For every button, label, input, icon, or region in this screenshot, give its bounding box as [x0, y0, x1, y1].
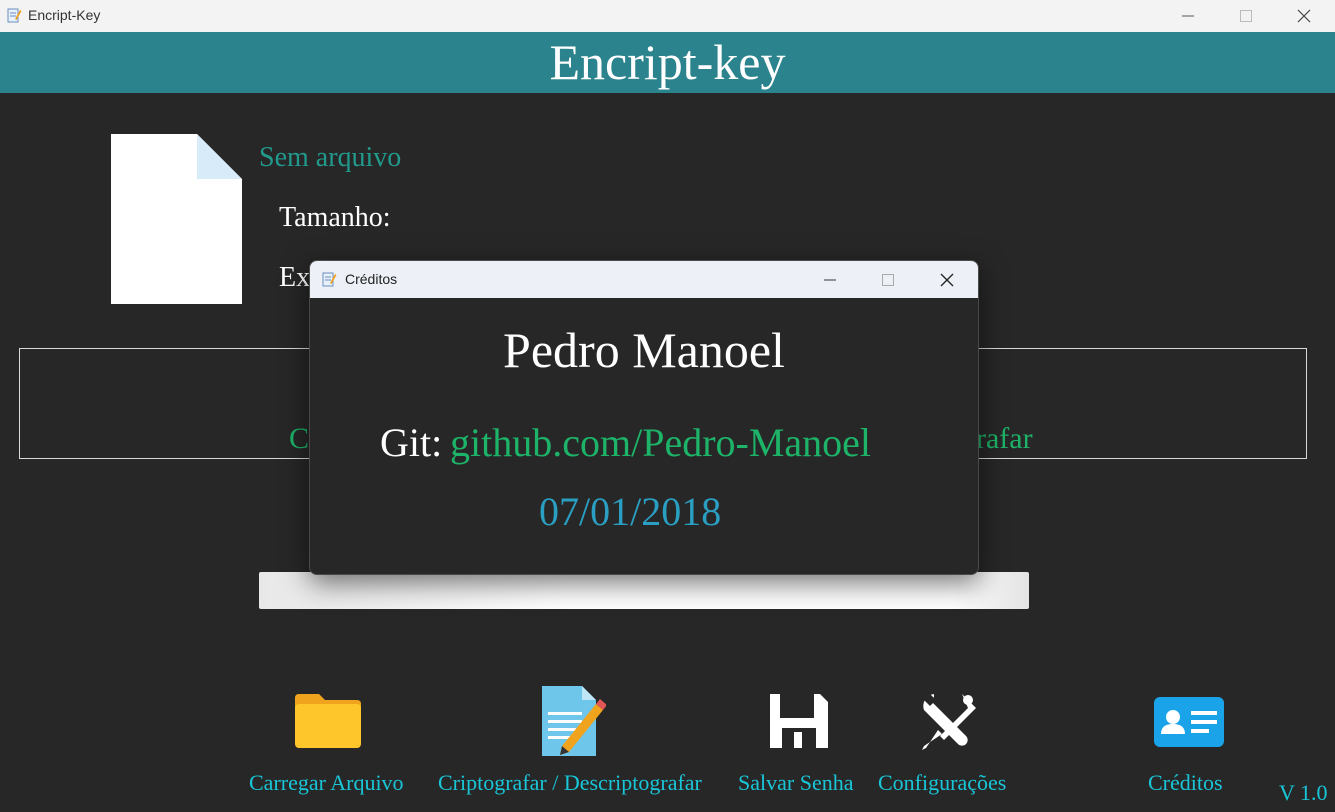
credits-label[interactable]: Créditos [1148, 770, 1223, 796]
credits-date: 07/01/2018 [539, 489, 722, 534]
app-banner: Encript-key [0, 32, 1335, 93]
settings-label[interactable]: Configurações [878, 770, 1006, 796]
credits-dialog-title: Créditos [345, 271, 398, 287]
save-password-label[interactable]: Salvar Senha [738, 770, 853, 796]
file-document-icon [111, 134, 242, 304]
version-label: V 1.0 [1279, 780, 1328, 805]
git-link[interactable]: github.com/Pedro-Manoel [450, 419, 871, 466]
encrypt-label[interactable]: Criptografar / Descriptografar [438, 770, 702, 796]
minimize-button[interactable] [1159, 0, 1217, 32]
tools-icon [922, 692, 976, 750]
file-name: Sem arquivo [259, 142, 402, 173]
author-name: Pedro Manoel [503, 322, 785, 378]
dialog-close-button[interactable] [918, 261, 976, 298]
maximize-icon [1240, 10, 1252, 22]
credits-dialog-titlebar: Créditos [310, 261, 978, 298]
app-heading: Encript-key [549, 34, 786, 90]
minimize-icon [1182, 15, 1194, 17]
maximize-icon [882, 273, 894, 286]
minimize-icon [824, 279, 836, 280]
key-area-text-left: C [289, 422, 310, 455]
dialog-minimize-button[interactable] [801, 261, 859, 298]
close-button[interactable] [1275, 0, 1333, 32]
encrypt-button[interactable] [540, 686, 607, 763]
progress-bar [259, 572, 1029, 609]
window-titlebar: Encript-Key [0, 0, 1335, 32]
close-icon [1297, 9, 1311, 23]
contact-card-icon [1154, 697, 1224, 747]
git-label: Git: [380, 420, 443, 465]
floppy-disk-icon [770, 694, 828, 748]
maximize-button[interactable] [1217, 0, 1275, 32]
document-edit-icon [542, 686, 607, 756]
credits-button[interactable] [1153, 696, 1225, 753]
load-file-label[interactable]: Carregar Arquivo [249, 770, 404, 796]
notepad-icon [7, 8, 22, 23]
folder-icon [295, 694, 361, 748]
settings-button[interactable] [918, 690, 980, 757]
notepad-icon [322, 272, 337, 287]
save-password-button[interactable] [768, 692, 830, 755]
dialog-maximize-button[interactable] [859, 261, 917, 298]
key-area-text-right: rafar [976, 422, 1033, 455]
load-file-button[interactable] [293, 692, 363, 755]
file-extension-label: Ex [279, 262, 311, 293]
close-icon [940, 273, 954, 286]
credits-dialog: Créditos Pedro Manoel Git: github.com/Pe… [309, 260, 979, 575]
file-size-label: Tamanho: [279, 202, 391, 233]
window-title: Encript-Key [28, 7, 101, 23]
